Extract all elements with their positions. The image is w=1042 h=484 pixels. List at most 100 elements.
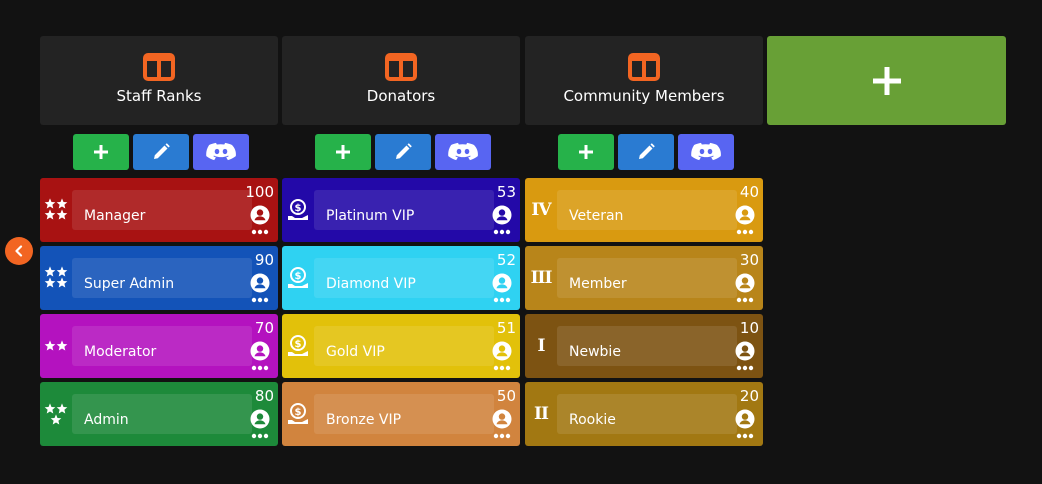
rank-name: Gold VIP <box>326 344 385 360</box>
rank-badge-label: II <box>534 404 549 424</box>
rank-member-count: 10 <box>739 319 759 337</box>
rank-card[interactable]: $ Diamond VIP 52 <box>282 246 520 310</box>
rank-member-count: 20 <box>739 387 759 405</box>
add-rank-button[interactable] <box>73 134 129 170</box>
chevron-left-icon <box>15 245 23 257</box>
columns-icon <box>628 53 660 81</box>
rank-member-count: 80 <box>254 387 274 405</box>
user-icon[interactable] <box>735 409 755 429</box>
rank-name: Newbie <box>569 344 621 360</box>
category-toolbar <box>315 134 491 170</box>
pencil-icon <box>396 143 412 159</box>
more-options-icon[interactable] <box>493 297 511 303</box>
roman-ii-icon: II <box>525 382 557 446</box>
roman-iii-icon: III <box>525 246 557 310</box>
user-icon[interactable] <box>735 341 755 361</box>
rank-card[interactable]: IV Veteran 40 <box>525 178 763 242</box>
rank-card[interactable]: $ Bronze VIP 50 <box>282 382 520 446</box>
category-title: Staff Ranks <box>116 87 202 105</box>
more-options-icon[interactable] <box>736 365 754 371</box>
rank-card[interactable]: II Rookie 20 <box>525 382 763 446</box>
add-rank-button[interactable] <box>315 134 371 170</box>
edit-category-button[interactable] <box>618 134 674 170</box>
rank-name: Member <box>569 276 627 292</box>
more-options-icon[interactable] <box>251 229 269 235</box>
category-community-members[interactable]: Community Members <box>525 36 763 125</box>
discord-sync-button[interactable] <box>678 134 734 170</box>
plus-icon <box>336 145 350 159</box>
more-options-icon[interactable] <box>736 297 754 303</box>
category-donators[interactable]: Donators <box>282 36 520 125</box>
user-icon[interactable] <box>735 273 755 293</box>
rank-card[interactable]: Moderator 70 <box>40 314 278 378</box>
rank-name: Platinum VIP <box>326 208 415 224</box>
plus-icon <box>94 145 108 159</box>
user-icon[interactable] <box>492 205 512 225</box>
rank-member-count: 50 <box>496 387 516 405</box>
svg-text:$: $ <box>295 203 302 214</box>
discord-icon <box>206 142 236 161</box>
rank-member-count: 53 <box>496 183 516 201</box>
rank-card[interactable]: Super Admin 90 <box>40 246 278 310</box>
category-staff-ranks[interactable]: Staff Ranks <box>40 36 278 125</box>
money-hand-icon: $ <box>282 314 314 378</box>
category-toolbar <box>73 134 249 170</box>
user-icon[interactable] <box>492 273 512 293</box>
more-options-icon[interactable] <box>251 365 269 371</box>
rank-name: Diamond VIP <box>326 276 416 292</box>
rank-member-count: 51 <box>496 319 516 337</box>
rank-name: Bronze VIP <box>326 412 402 428</box>
more-options-icon[interactable] <box>736 433 754 439</box>
discord-sync-button[interactable] <box>193 134 249 170</box>
rank-member-count: 30 <box>739 251 759 269</box>
stars-3-icon <box>40 382 72 446</box>
rank-name: Moderator <box>84 344 157 360</box>
rank-member-count: 70 <box>254 319 274 337</box>
collapse-sidebar-button[interactable] <box>5 237 33 265</box>
rank-name: Super Admin <box>84 276 175 292</box>
rank-card[interactable]: I Newbie 10 <box>525 314 763 378</box>
user-icon[interactable] <box>250 409 270 429</box>
rank-member-count: 40 <box>739 183 759 201</box>
user-icon[interactable] <box>735 205 755 225</box>
category-toolbar <box>558 134 734 170</box>
rank-badge-label: III <box>530 268 553 288</box>
stars-2-icon <box>40 314 72 378</box>
rank-name: Veteran <box>569 208 624 224</box>
money-hand-icon: $ <box>282 178 314 242</box>
more-options-icon[interactable] <box>736 229 754 235</box>
more-options-icon[interactable] <box>493 365 511 371</box>
rank-card[interactable]: $ Gold VIP 51 <box>282 314 520 378</box>
rank-member-count: 90 <box>254 251 274 269</box>
rank-member-count: 100 <box>245 183 274 201</box>
user-icon[interactable] <box>250 341 270 361</box>
add-rank-button[interactable] <box>558 134 614 170</box>
more-options-icon[interactable] <box>493 229 511 235</box>
money-hand-icon: $ <box>282 382 314 446</box>
discord-icon <box>691 142 721 161</box>
add-category-button[interactable] <box>767 36 1006 125</box>
rank-card[interactable]: III Member 30 <box>525 246 763 310</box>
rank-name: Rookie <box>569 412 616 428</box>
rank-name: Admin <box>84 412 129 428</box>
user-icon[interactable] <box>250 273 270 293</box>
user-icon[interactable] <box>492 409 512 429</box>
rank-badge-label: I <box>537 336 546 356</box>
roman-i-icon: I <box>525 314 557 378</box>
plus-icon <box>872 66 901 95</box>
rank-card[interactable]: $ Platinum VIP 53 <box>282 178 520 242</box>
rank-badge-label: IV <box>531 200 551 220</box>
user-icon[interactable] <box>250 205 270 225</box>
more-options-icon[interactable] <box>251 433 269 439</box>
edit-category-button[interactable] <box>133 134 189 170</box>
rank-card[interactable]: Admin 80 <box>40 382 278 446</box>
user-icon[interactable] <box>492 341 512 361</box>
more-options-icon[interactable] <box>493 433 511 439</box>
edit-category-button[interactable] <box>375 134 431 170</box>
stars-4-icon <box>40 178 72 242</box>
svg-text:$: $ <box>295 339 302 350</box>
discord-sync-button[interactable] <box>435 134 491 170</box>
svg-text:$: $ <box>295 407 302 418</box>
more-options-icon[interactable] <box>251 297 269 303</box>
rank-card[interactable]: Manager 100 <box>40 178 278 242</box>
